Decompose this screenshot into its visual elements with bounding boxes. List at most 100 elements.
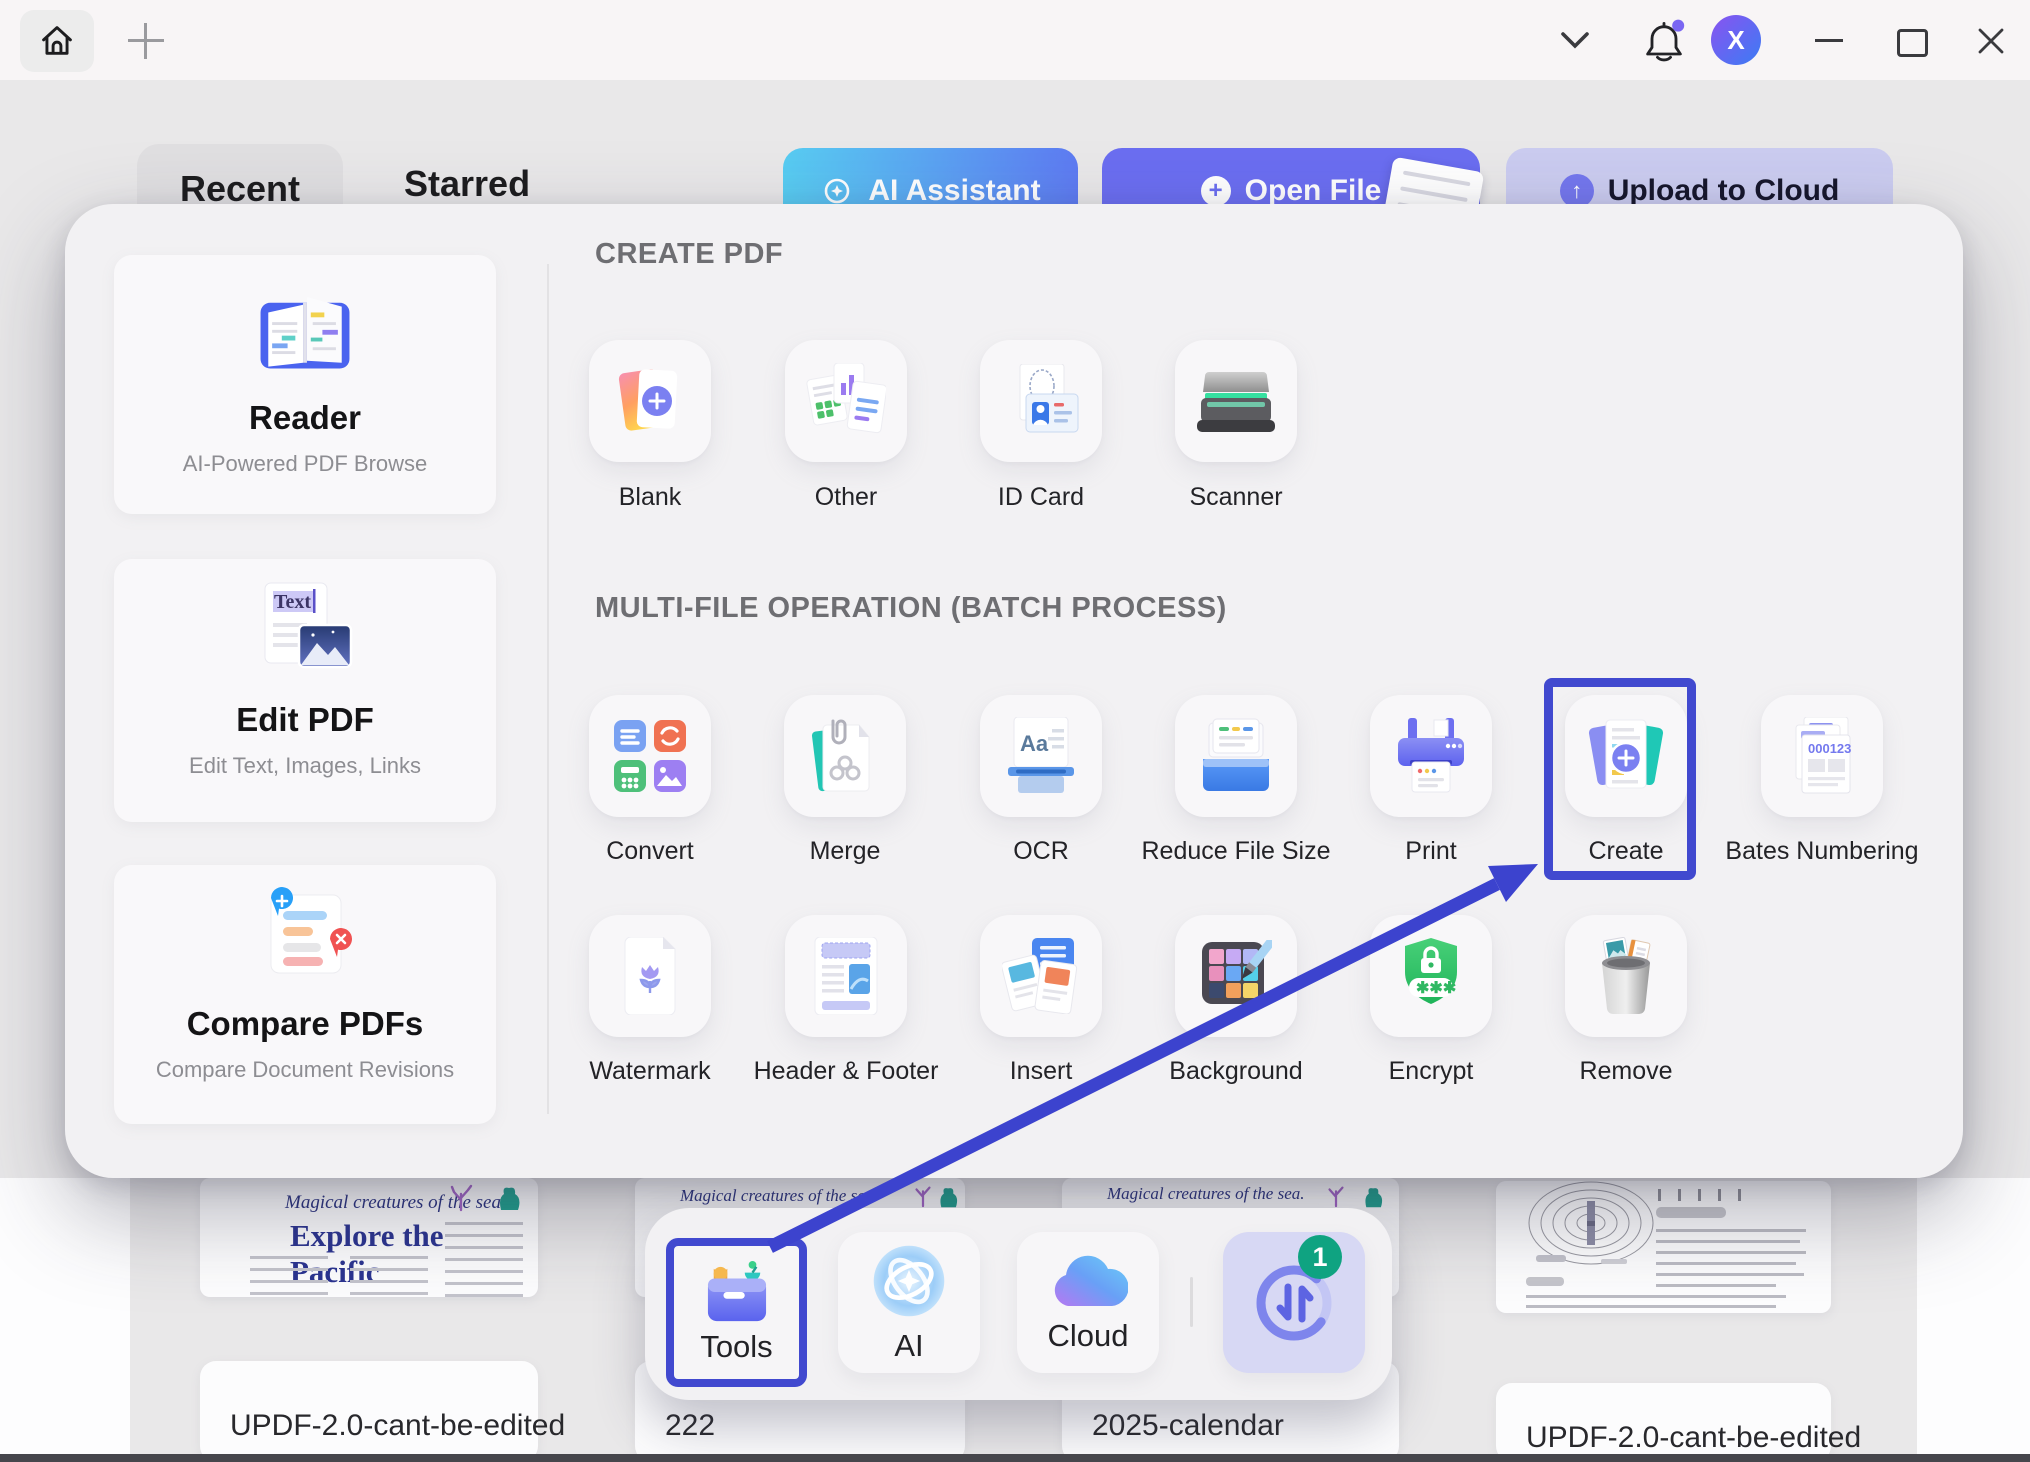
dock-item-sync[interactable] <box>1223 1232 1365 1373</box>
tile-background-label: Background <box>1136 1057 1336 1086</box>
coral-icon <box>937 1184 961 1210</box>
home-icon <box>38 22 76 60</box>
dock-item-cloud[interactable]: Cloud <box>1017 1232 1159 1373</box>
new-tab-button[interactable] <box>128 23 164 59</box>
batch-header: MULTI-FILE OPERATION (BATCH PROCESS) <box>595 592 1227 625</box>
notification-bell-icon[interactable] <box>1642 18 1686 71</box>
file-name: UPDF-2.0-cant-be-edited <box>230 1409 565 1443</box>
coral-icon <box>1324 1182 1348 1208</box>
dock-ai-label: AI <box>894 1328 923 1364</box>
svg-text:✱✱✱: ✱✱✱ <box>1416 980 1456 997</box>
app-window: X Recent Starred AI Assistant + Open Fil… <box>0 0 2030 1462</box>
coral-icon <box>448 1184 474 1212</box>
tile-scanner-label: Scanner <box>1136 483 1336 512</box>
tile-insert-label: Insert <box>941 1057 1141 1086</box>
tile-other[interactable] <box>785 340 907 462</box>
divider <box>547 264 549 1114</box>
thumb2-subtitle: Magical creatures of the sea. <box>680 1186 878 1206</box>
tile-convert[interactable] <box>589 695 711 817</box>
tile-bates-numbering[interactable]: 000123 <box>1761 695 1883 817</box>
coral-icon <box>496 1184 524 1212</box>
dock-item-ai[interactable]: AI <box>838 1232 980 1373</box>
remove-icon <box>1593 937 1659 1015</box>
tile-print[interactable] <box>1370 695 1492 817</box>
ai-icon <box>870 1242 948 1320</box>
dock-cloud-label: Cloud <box>1048 1318 1129 1354</box>
dock-item-tools[interactable]: Tools <box>666 1238 807 1387</box>
compare-pdfs-subtitle: Compare Document Revisions <box>156 1057 454 1083</box>
compare-pdfs-icon <box>253 887 357 979</box>
convert-icon <box>614 720 686 792</box>
home-tab-button[interactable] <box>20 10 94 72</box>
print-icon <box>1394 718 1468 794</box>
tile-encrypt[interactable]: ✱✱✱ <box>1370 915 1492 1037</box>
tile-watermark[interactable] <box>589 915 711 1037</box>
id-card-icon <box>1002 364 1080 438</box>
tile-remove-label: Remove <box>1526 1057 1726 1086</box>
file-name: 2025-calendar <box>1092 1409 1284 1443</box>
thumb1-textlines <box>445 1222 523 1297</box>
file-name: UPDF-2.0-cant-be-edited <box>1526 1421 1861 1455</box>
notification-dot <box>1672 20 1684 32</box>
title-bar: X <box>0 0 2030 80</box>
magnetic-field-diagram <box>1496 1181 1831 1313</box>
file-card-4[interactable]: UPDF-2.0-cant-be-edited C <box>1496 1383 1831 1462</box>
edit-pdf-title: Edit PDF <box>236 701 374 739</box>
upload-arrow-icon: ↑ <box>1560 174 1594 208</box>
tile-background[interactable] <box>1175 915 1297 1037</box>
svg-text:Text: Text <box>274 591 311 613</box>
dock-tools-label: Tools <box>700 1329 772 1365</box>
tile-blank[interactable] <box>589 340 711 462</box>
tools-icon <box>702 1261 772 1323</box>
close-button[interactable] <box>1976 26 2006 61</box>
tab-starred[interactable]: Starred <box>404 163 530 205</box>
tile-merge-label: Merge <box>745 837 945 866</box>
header-footer-icon <box>813 937 879 1015</box>
create-pdf-header: CREATE PDF <box>595 238 783 271</box>
file-card-partial-right <box>1917 1178 2030 1462</box>
maximize-button[interactable] <box>1897 29 1928 57</box>
tile-ocr[interactable]: Aa <box>980 695 1102 817</box>
tile-print-label: Print <box>1331 837 1531 866</box>
blank-icon <box>612 363 688 439</box>
tile-bates-numbering-label: Bates Numbering <box>1722 837 1922 866</box>
thumb1-textlines <box>350 1256 428 1297</box>
cloud-icon <box>1048 1252 1128 1310</box>
edit-pdf-subtitle: Edit Text, Images, Links <box>189 753 421 779</box>
thumb3-subtitle: Magical creatures of the sea. <box>1107 1184 1305 1204</box>
thumb1-textlines <box>250 1256 328 1297</box>
file-card-partial-left <box>0 1178 130 1462</box>
sync-badge: 1 <box>1298 1235 1342 1279</box>
file-card-1[interactable]: UPDF-2.0-cant-be-edited <box>200 1361 538 1462</box>
ocr-icon: Aa <box>1004 717 1078 795</box>
watermark-icon <box>617 937 683 1015</box>
coral-icon <box>911 1182 935 1208</box>
tile-id-card[interactable] <box>980 340 1102 462</box>
edit-pdf-icon: Text <box>253 581 357 675</box>
scanner-icon <box>1197 366 1275 436</box>
tile-watermark-label: Watermark <box>550 1057 750 1086</box>
tile-remove[interactable] <box>1565 915 1687 1037</box>
reader-title: Reader <box>249 399 361 437</box>
tile-reduce-file-size-label: Reduce File Size <box>1136 837 1336 866</box>
chevron-down-icon[interactable] <box>1558 28 1592 57</box>
tile-insert[interactable] <box>980 915 1102 1037</box>
edit-pdf-card[interactable]: Text Edit PDF Edit Text, Images, Links <box>114 559 496 822</box>
compare-pdfs-title: Compare PDFs <box>187 1005 424 1043</box>
tile-merge[interactable] <box>784 695 906 817</box>
bottom-dock: Tools AI Cloud <box>645 1208 1392 1400</box>
avatar[interactable]: X <box>1711 15 1761 65</box>
tile-header-footer[interactable] <box>785 915 907 1037</box>
compare-pdfs-card[interactable]: Compare PDFs Compare Document Revisions <box>114 865 496 1124</box>
file-thumbnail-4[interactable] <box>1496 1181 1831 1313</box>
ai-assistant-icon <box>820 174 854 208</box>
svg-text:Aa: Aa <box>1020 731 1049 756</box>
file-thumbnail-1[interactable]: Magical creatures of the sea. Explore th… <box>200 1178 538 1297</box>
background-icon <box>1200 940 1272 1012</box>
ai-assistant-label: AI Assistant <box>868 174 1040 208</box>
tile-ocr-label: OCR <box>941 837 1141 866</box>
tile-reduce-file-size[interactable] <box>1175 695 1297 817</box>
tile-scanner[interactable] <box>1175 340 1297 462</box>
reader-card[interactable]: Reader AI-Powered PDF Browse <box>114 255 496 514</box>
minimize-button[interactable] <box>1815 39 1843 42</box>
